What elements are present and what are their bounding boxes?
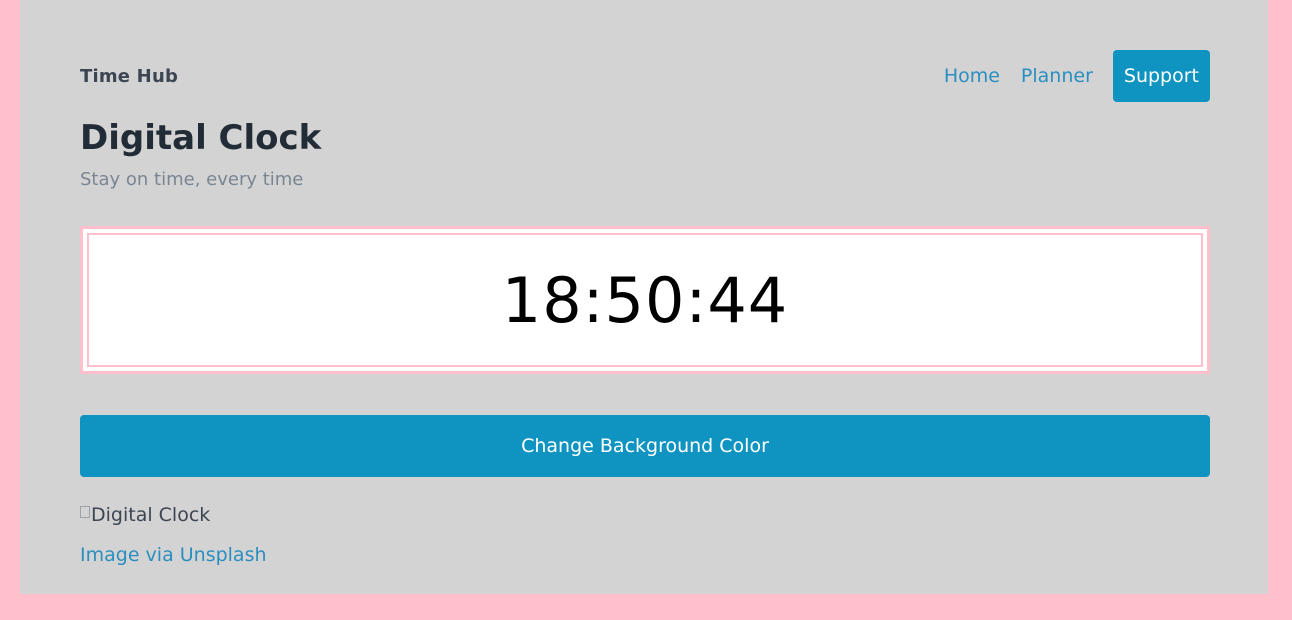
nav-home-link[interactable]: Home bbox=[944, 65, 1000, 87]
clock-image-alt: Digital Clock bbox=[91, 504, 211, 526]
clock-time: 18:50:44 bbox=[501, 263, 789, 337]
clock-display: 18:50:44 bbox=[80, 226, 1210, 374]
change-background-button[interactable]: Change Background Color bbox=[80, 415, 1210, 477]
nav-planner-link[interactable]: Planner bbox=[1021, 65, 1093, 87]
page-title: Digital Clock bbox=[80, 118, 322, 158]
clock-inner-border: 18:50:44 bbox=[87, 233, 1203, 367]
page-subtitle: Stay on time, every time bbox=[80, 169, 304, 190]
broken-image-icon bbox=[80, 506, 90, 518]
image-credit-link[interactable]: Image via Unsplash bbox=[80, 544, 267, 566]
brand-logo[interactable]: Time Hub bbox=[80, 66, 178, 87]
nav-support-button[interactable]: Support bbox=[1112, 50, 1210, 102]
top-nav: Home Planner Support bbox=[923, 50, 1210, 102]
clock-image: Digital Clock bbox=[80, 504, 210, 526]
